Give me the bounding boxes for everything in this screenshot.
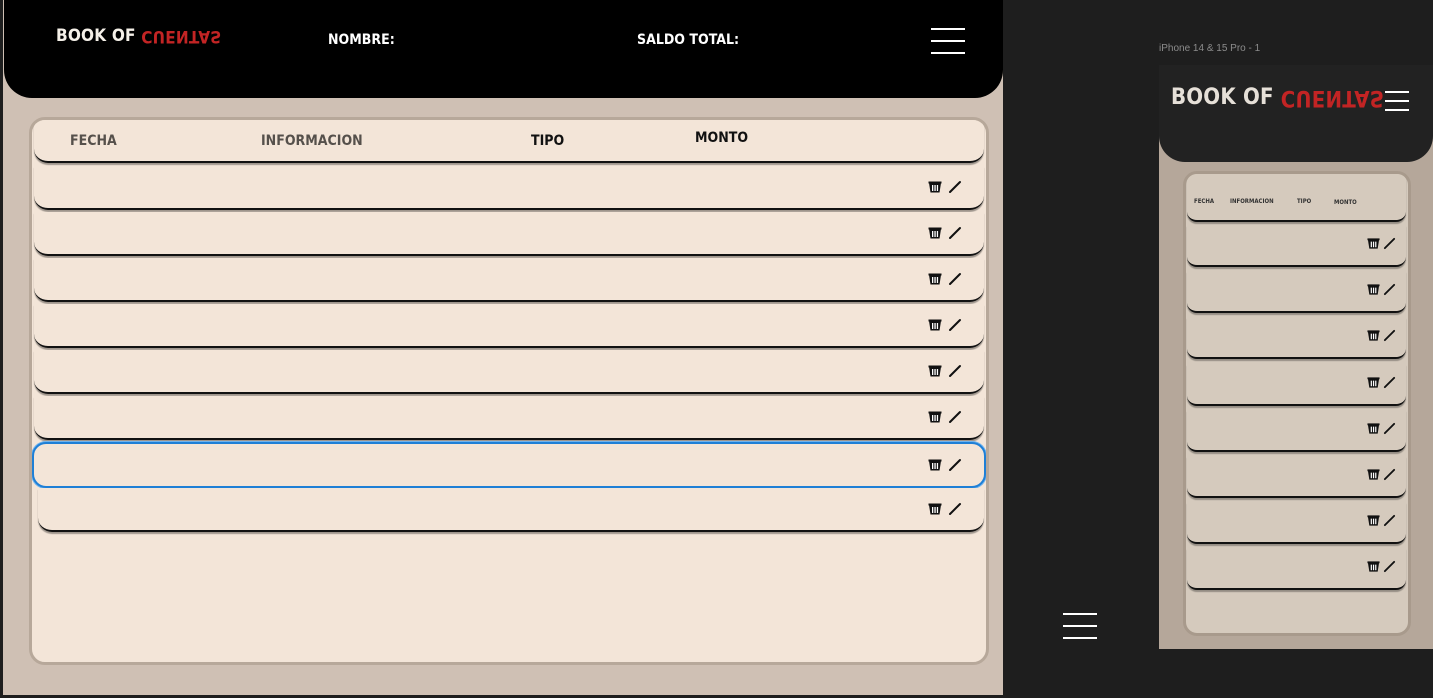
brand-word-book-of: BOOK OF (1171, 85, 1274, 110)
brand-word-cuentas: CUENTAS (1280, 85, 1385, 110)
frame-label: iPhone 14 & 15 Pro - 1 (1159, 43, 1261, 54)
table-row[interactable] (38, 488, 984, 532)
mobile-table-row[interactable] (1187, 410, 1406, 452)
trash-icon[interactable] (1367, 466, 1380, 485)
mobile-frame: BOOK OF CUENTAS FECHA INFORMACION TIPO M… (1159, 65, 1433, 649)
row-actions (928, 501, 964, 515)
row-actions (928, 225, 964, 239)
column-header-monto: MONTO (695, 130, 749, 146)
row-actions (1367, 327, 1396, 346)
table-header-row: FECHA INFORMACION TIPO MONTO (34, 120, 984, 163)
brand-word-book-of: BOOK OF (56, 26, 136, 46)
row-actions (1367, 420, 1396, 439)
pencil-icon[interactable] (948, 363, 964, 377)
trash-icon[interactable] (1367, 512, 1380, 531)
trash-icon[interactable] (928, 317, 944, 331)
column-header-informacion: INFORMACION (261, 133, 363, 149)
row-actions (928, 409, 964, 423)
trash-icon[interactable] (928, 457, 944, 471)
column-header-informacion: INFORMACION (1230, 198, 1274, 205)
pencil-icon[interactable] (1383, 558, 1396, 577)
trash-icon[interactable] (1367, 235, 1380, 254)
table-row[interactable] (34, 350, 984, 394)
saldo-total-label: SALDO TOTAL: (637, 32, 740, 48)
trash-icon[interactable] (1367, 374, 1380, 393)
brand-word-cuentas: CUENTAS (141, 26, 222, 46)
hamburger-menu-icon[interactable] (1385, 91, 1409, 118)
brand-logo: BOOK OF CUENTAS (56, 26, 221, 46)
row-actions (928, 179, 964, 193)
pencil-icon[interactable] (1383, 327, 1396, 346)
mobile-table-row[interactable] (1187, 364, 1406, 406)
mobile-transactions-table: FECHA INFORMACION TIPO MONTO (1183, 171, 1411, 636)
row-actions (928, 363, 964, 377)
trash-icon[interactable] (1367, 281, 1380, 300)
mobile-table-row[interactable] (1187, 548, 1406, 590)
pencil-icon[interactable] (948, 225, 964, 239)
pencil-icon[interactable] (948, 457, 964, 471)
trash-icon[interactable] (928, 225, 944, 239)
mobile-table-row[interactable] (1187, 317, 1406, 359)
mobile-table-row[interactable] (1187, 225, 1406, 267)
pencil-icon[interactable] (948, 317, 964, 331)
pencil-icon[interactable] (1383, 420, 1396, 439)
row-actions (1367, 235, 1396, 254)
trash-icon[interactable] (928, 363, 944, 377)
transactions-table: FECHA INFORMACION TIPO MONTO (29, 117, 989, 665)
pencil-icon[interactable] (948, 501, 964, 515)
column-header-monto: MONTO (1334, 199, 1357, 206)
table-row[interactable] (34, 304, 984, 348)
trash-icon[interactable] (928, 409, 944, 423)
row-actions (1367, 466, 1396, 485)
pencil-icon[interactable] (1383, 466, 1396, 485)
mobile-header: BOOK OF CUENTAS (1159, 65, 1433, 162)
table-row-selected[interactable] (32, 442, 986, 488)
trash-icon[interactable] (1367, 327, 1380, 346)
pencil-icon[interactable] (1383, 281, 1396, 300)
pencil-icon[interactable] (948, 409, 964, 423)
row-actions (928, 271, 964, 285)
pencil-icon[interactable] (1383, 512, 1396, 531)
pencil-icon[interactable] (948, 179, 964, 193)
pencil-icon[interactable] (1383, 235, 1396, 254)
hamburger-menu-icon[interactable] (931, 28, 965, 64)
table-row[interactable] (34, 258, 984, 302)
trash-icon[interactable] (928, 501, 944, 515)
mobile-table-row[interactable] (1187, 456, 1406, 498)
trash-icon[interactable] (928, 179, 944, 193)
row-actions (1367, 512, 1396, 531)
trash-icon[interactable] (928, 271, 944, 285)
column-header-fecha: FECHA (70, 133, 117, 149)
column-header-fecha: FECHA (1194, 198, 1215, 205)
table-row[interactable] (34, 212, 984, 256)
mobile-table-row[interactable] (1187, 271, 1406, 313)
trash-icon[interactable] (1367, 420, 1380, 439)
table-row[interactable] (34, 396, 984, 440)
trash-icon[interactable] (1367, 558, 1380, 577)
top-header: BOOK OF CUENTAS NOMBRE: SALDO TOTAL: (4, 0, 1003, 98)
mobile-table-header-row: FECHA INFORMACION TIPO MONTO (1187, 174, 1406, 222)
pencil-icon[interactable] (1383, 374, 1396, 393)
row-actions (1367, 281, 1396, 300)
hamburger-menu-icon[interactable] (1063, 613, 1097, 649)
pencil-icon[interactable] (948, 271, 964, 285)
row-actions (1367, 558, 1396, 577)
mobile-table-row[interactable] (1187, 502, 1406, 544)
column-header-tipo: TIPO (531, 133, 565, 149)
brand-logo: BOOK OF CUENTAS (1171, 85, 1384, 110)
nombre-label: NOMBRE: (328, 32, 395, 48)
table-row[interactable] (34, 166, 984, 210)
desktop-frame: BOOK OF CUENTAS NOMBRE: SALDO TOTAL: FEC… (3, 0, 1003, 695)
row-actions (928, 317, 964, 331)
row-actions (1367, 374, 1396, 393)
row-actions (928, 457, 964, 471)
column-header-tipo: TIPO (1297, 198, 1312, 205)
